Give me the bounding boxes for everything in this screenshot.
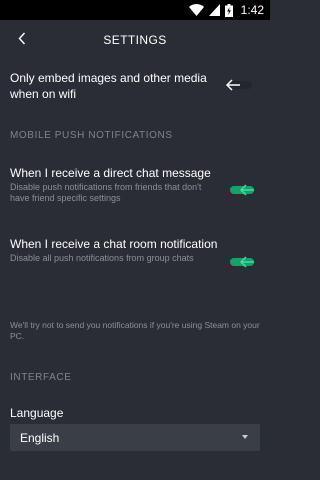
arrow-left-icon <box>224 77 242 93</box>
section-header-push: MOBILE PUSH NOTIFICATIONS <box>10 130 173 141</box>
chat-room-setting[interactable]: When I receive a chat room notification … <box>10 236 220 264</box>
chat-room-label: When I receive a chat room notification <box>10 237 218 251</box>
status-bar: 1:42 <box>0 0 270 20</box>
direct-chat-toggle[interactable] <box>224 182 260 198</box>
status-time: 1:42 <box>240 3 264 17</box>
app-bar: SETTINGS <box>0 20 270 62</box>
direct-chat-setting[interactable]: When I receive a direct chat message Dis… <box>10 165 220 204</box>
language-select[interactable]: English <box>10 424 260 451</box>
cell-signal-icon <box>208 4 220 16</box>
direct-chat-label: When I receive a direct chat message <box>10 166 211 180</box>
section-header-interface: INTERFACE <box>10 372 72 383</box>
embed-wifi-label: Only embed images and other media when o… <box>10 71 207 101</box>
wifi-icon <box>188 4 204 16</box>
arrow-left-icon <box>238 254 256 270</box>
battery-charging-icon <box>224 3 233 17</box>
chat-room-description: Disable all push notifications from grou… <box>10 253 194 263</box>
language-label: Language <box>10 406 64 420</box>
language-value: English <box>20 431 60 445</box>
arrow-left-icon <box>238 182 256 198</box>
direct-chat-description: Disable push notifications from friends … <box>10 182 202 203</box>
chat-room-toggle[interactable] <box>224 254 260 270</box>
embed-wifi-toggle[interactable] <box>222 77 258 93</box>
status-icons: 1:42 <box>188 2 264 18</box>
page-title: SETTINGS <box>103 33 167 47</box>
notifications-note: We'll try not to send you notifications … <box>10 320 260 341</box>
chevron-down-icon <box>242 435 248 439</box>
embed-wifi-setting[interactable]: Only embed images and other media when o… <box>10 70 220 102</box>
